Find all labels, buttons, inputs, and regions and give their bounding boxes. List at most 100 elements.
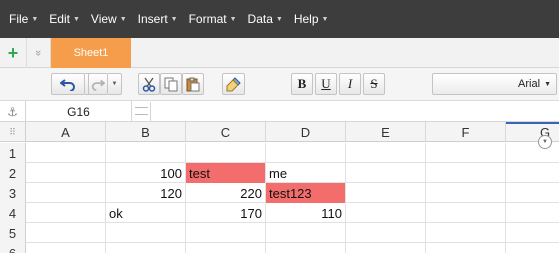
table-row: 4 ok 170 110 <box>0 203 559 223</box>
menu-edit[interactable]: Edit ▼ <box>49 12 80 26</box>
cell-c2[interactable]: test <box>186 163 266 183</box>
cell-a3[interactable] <box>26 183 106 203</box>
menu-format-label: Format <box>188 12 227 26</box>
underline-button[interactable]: U <box>315 73 337 95</box>
table-row: 2 100 test me <box>0 163 559 183</box>
bold-icon: B <box>297 76 307 91</box>
cell-c4[interactable]: 170 <box>186 203 266 223</box>
undo-icon <box>60 79 75 91</box>
cell-g4[interactable] <box>506 203 559 223</box>
plus-icon: + <box>7 42 19 63</box>
column-header-d[interactable]: D <box>266 122 346 142</box>
menu-file[interactable]: File ▼ <box>9 12 38 26</box>
cell-e4[interactable] <box>346 203 426 223</box>
cell-a5[interactable] <box>26 223 106 243</box>
cell-d3[interactable]: test123 <box>266 183 346 203</box>
redo-dropdown[interactable]: ▼ <box>108 73 122 95</box>
cell-g3[interactable] <box>506 183 559 203</box>
sheet-list-button[interactable]: » <box>27 38 51 68</box>
cell-b3[interactable]: 120 <box>106 183 186 203</box>
cell-c1[interactable] <box>186 143 266 163</box>
caret-down-icon: ▼ <box>111 81 118 87</box>
cell-e6[interactable] <box>346 243 426 253</box>
cell-a4[interactable] <box>26 203 106 223</box>
cell-f6[interactable] <box>426 243 506 253</box>
menu-help[interactable]: Help ▼ <box>294 12 329 26</box>
caret-down-icon: ▼ <box>275 15 283 23</box>
handle-line <box>135 114 148 115</box>
cell-e2[interactable] <box>346 163 426 183</box>
tab-sheet1-label: Sheet1 <box>73 47 109 59</box>
cell-d2[interactable]: me <box>266 163 346 183</box>
add-sheet-button[interactable]: + <box>0 38 27 68</box>
cell-c3[interactable]: 220 <box>186 183 266 203</box>
row-header[interactable]: 1 <box>0 143 26 163</box>
column-selection-accent <box>506 122 559 124</box>
column-header-f[interactable]: F <box>426 122 506 142</box>
cell-g1[interactable] <box>506 143 559 163</box>
cell-g2[interactable] <box>506 163 559 183</box>
cell-f1[interactable] <box>426 143 506 163</box>
cell-f5[interactable] <box>426 223 506 243</box>
bold-button[interactable]: B <box>291 73 313 95</box>
column-header-c[interactable]: C <box>186 122 266 142</box>
formula-expand-handle[interactable] <box>132 102 151 121</box>
row-header[interactable]: 2 <box>0 163 26 183</box>
cell-f4[interactable] <box>426 203 506 223</box>
caret-down-icon: ▼ <box>119 15 127 23</box>
menu-data[interactable]: Data ▼ <box>248 12 283 26</box>
cell-f2[interactable] <box>426 163 506 183</box>
menu-edit-label: Edit <box>49 12 70 26</box>
column-header-b[interactable]: B <box>106 122 186 142</box>
caret-down-icon: ▼ <box>31 15 39 23</box>
cell-d6[interactable] <box>266 243 346 253</box>
cell-f3[interactable] <box>426 183 506 203</box>
redo-button[interactable] <box>88 73 108 95</box>
cell-g5[interactable] <box>506 223 559 243</box>
cut-button[interactable] <box>138 73 160 95</box>
cell-b5[interactable] <box>106 223 186 243</box>
cell-d1[interactable] <box>266 143 346 163</box>
cell-e5[interactable] <box>346 223 426 243</box>
row-header[interactable]: 3 <box>0 183 26 203</box>
cell-a1[interactable] <box>26 143 106 163</box>
select-all-grip-icon[interactable]: ⠿ <box>0 122 26 142</box>
row-header[interactable]: 4 <box>0 203 26 223</box>
cell-e1[interactable] <box>346 143 426 163</box>
undo-button[interactable] <box>51 73 85 95</box>
menu-format[interactable]: Format ▼ <box>189 12 237 26</box>
menu-view[interactable]: View ▼ <box>91 12 127 26</box>
italic-button[interactable]: I <box>339 73 361 95</box>
cell-d4[interactable]: 110 <box>266 203 346 223</box>
row-header[interactable]: 6 <box>0 243 26 253</box>
cell-b6[interactable] <box>106 243 186 253</box>
strikethrough-button[interactable]: S <box>363 73 385 95</box>
caret-down-icon: ▼ <box>72 15 80 23</box>
italic-icon: I <box>347 76 353 91</box>
cell-b1[interactable] <box>106 143 186 163</box>
copy-button[interactable] <box>160 73 182 95</box>
cell-d5[interactable] <box>266 223 346 243</box>
font-family-select[interactable]: Arial ▼ <box>432 73 557 95</box>
menu-file-label: File <box>9 12 29 26</box>
column-header-a[interactable]: A <box>26 122 106 142</box>
cell-e3[interactable] <box>346 183 426 203</box>
cell-a6[interactable] <box>26 243 106 253</box>
menu-insert[interactable]: Insert ▼ <box>138 12 178 26</box>
cell-b4[interactable]: ok <box>106 203 186 223</box>
row-header[interactable]: 5 <box>0 223 26 243</box>
tab-sheet1[interactable]: Sheet1 <box>51 38 131 68</box>
clear-format-button[interactable] <box>222 73 245 95</box>
caret-down-icon: ▼ <box>229 15 237 23</box>
spreadsheet-grid: ⠿ A B C D E F G ▼ 1 2 100 test me 3 120 … <box>0 122 559 253</box>
column-header-e[interactable]: E <box>346 122 426 142</box>
cell-c5[interactable] <box>186 223 266 243</box>
cell-b2[interactable]: 100 <box>106 163 186 183</box>
cell-a2[interactable] <box>26 163 106 183</box>
name-box[interactable]: G16 <box>26 101 132 122</box>
cell-c6[interactable] <box>186 243 266 253</box>
cell-g6[interactable] <box>506 243 559 253</box>
paste-button[interactable] <box>182 73 204 95</box>
anchor-icon[interactable]: ⚓ <box>0 101 26 122</box>
name-box-value: G16 <box>67 104 90 119</box>
